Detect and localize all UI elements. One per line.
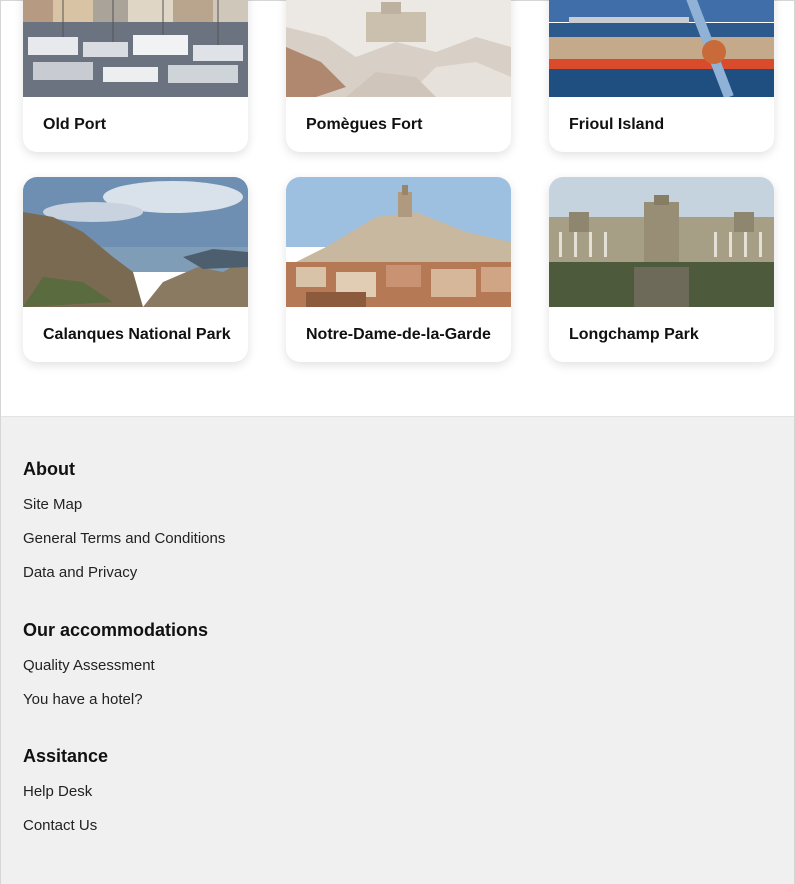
footer-link-quality-assessment[interactable]: Quality Assessment — [23, 649, 208, 683]
island-ferry-photo — [549, 0, 774, 97]
footer-about: About Site Map General Terms and Conditi… — [23, 459, 225, 590]
footer-heading-about: About — [23, 459, 75, 479]
card-title: Calanques National Park — [43, 325, 231, 343]
harbor-boats-photo — [23, 0, 248, 97]
card-title: Old Port — [43, 115, 107, 133]
card-notre-dame-de-la-garde[interactable]: Notre-Dame-de-la-Garde — [286, 177, 511, 362]
card-title: Pomègues Fort — [306, 115, 423, 133]
basilica-hill-photo — [286, 177, 511, 307]
site-footer: About Site Map General Terms and Conditi… — [1, 416, 794, 884]
palace-colonnade-photo — [549, 177, 774, 307]
footer-link-have-hotel[interactable]: You have a hotel? — [23, 683, 208, 717]
fort-rocks-photo — [286, 0, 511, 97]
footer-accommodations-links: Quality Assessment You have a hotel? — [23, 649, 208, 717]
footer-link-site-map[interactable]: Site Map — [23, 488, 225, 522]
footer-assistance: Assitance Help Desk Contact Us — [23, 746, 108, 843]
card-title: Notre-Dame-de-la-Garde — [306, 325, 491, 343]
footer-link-help-desk[interactable]: Help Desk — [23, 775, 108, 809]
footer-link-terms[interactable]: General Terms and Conditions — [23, 522, 225, 556]
attractions-grid: Old Port Pomègues Fort Frioul Island Cal… — [1, 0, 794, 416]
footer-assistance-links: Help Desk Contact Us — [23, 775, 108, 843]
card-frioul-island[interactable]: Frioul Island — [549, 0, 774, 152]
page: Old Port Pomègues Fort Frioul Island Cal… — [0, 0, 795, 884]
card-pomegues-fort[interactable]: Pomègues Fort — [286, 0, 511, 152]
footer-link-privacy[interactable]: Data and Privacy — [23, 556, 225, 590]
footer-heading-accommodations: Our accommodations — [23, 620, 209, 640]
card-calanques-national-park[interactable]: Calanques National Park — [23, 177, 248, 362]
card-title: Longchamp Park — [569, 325, 699, 343]
footer-accommodations: Our accommodations Quality Assessment Yo… — [23, 620, 208, 717]
footer-heading-assistance: Assitance — [23, 746, 109, 766]
card-longchamp-park[interactable]: Longchamp Park — [549, 177, 774, 362]
footer-about-links: Site Map General Terms and Conditions Da… — [23, 488, 225, 590]
card-title: Frioul Island — [569, 115, 665, 133]
footer-link-contact-us[interactable]: Contact Us — [23, 809, 108, 843]
card-old-port[interactable]: Old Port — [23, 0, 248, 152]
cliffs-sea-photo — [23, 177, 248, 307]
